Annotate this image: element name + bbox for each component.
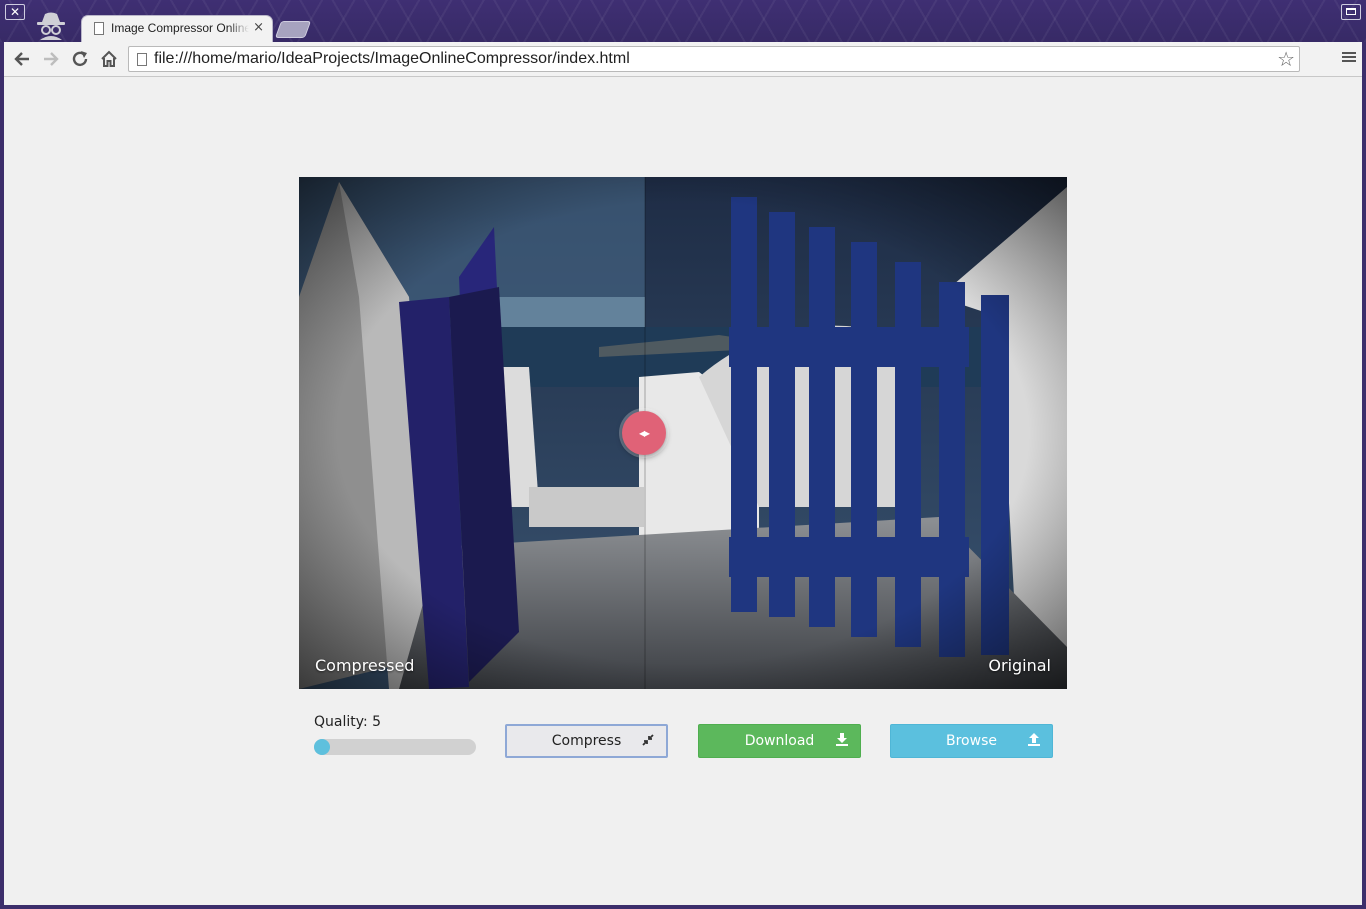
page-icon [94,22,104,35]
tab-close-icon[interactable]: × [253,20,264,36]
url-text[interactable]: file:///home/mario/IdeaProjects/ImageOnl… [154,50,630,68]
compressed-caption: Compressed [315,656,415,675]
home-icon[interactable] [99,49,119,69]
browser-toolbar: file:///home/mario/IdeaProjects/ImageOnl… [4,42,1362,77]
browse-button[interactable]: Browse [890,724,1053,758]
reload-icon[interactable] [70,49,90,69]
download-button[interactable]: Download [698,724,861,758]
comparison-image [299,177,1067,689]
quality-label: Quality: 5 [314,714,382,730]
original-caption: Original [988,656,1051,675]
window-close-button[interactable]: ✕ [5,4,25,20]
address-bar[interactable]: file:///home/mario/IdeaProjects/ImageOnl… [128,46,1300,72]
bookmark-star-icon[interactable]: ☆ [1277,48,1295,70]
quality-slider[interactable] [314,739,476,755]
download-label: Download [744,733,815,749]
window-maximize-button[interactable] [1341,4,1361,20]
page-content: Compressed Original ◂▸ Quality: 5 Compre… [4,77,1362,905]
browser-tab[interactable]: Image Compressor Online × [82,16,272,42]
back-icon[interactable] [12,49,32,69]
upload-icon [1028,725,1040,757]
incognito-icon [34,10,68,40]
window-titlebar: ✕ Image Compressor Online × [0,0,1366,42]
new-tab-button[interactable] [274,21,312,38]
compress-label: Compress [551,733,622,749]
comparison-slider-handle[interactable]: ◂▸ [622,411,666,455]
forward-icon[interactable] [41,49,61,69]
image-comparison-viewer[interactable]: Compressed Original ◂▸ [299,177,1067,689]
page-icon [137,53,147,66]
compress-icon [642,726,654,756]
download-icon [836,725,848,757]
compress-button[interactable]: Compress [505,724,668,758]
quality-slider-thumb[interactable] [314,739,330,755]
hamburger-menu-icon[interactable] [1342,50,1356,68]
tab-title: Image Compressor Online [111,21,249,35]
browse-label: Browse [946,733,997,749]
